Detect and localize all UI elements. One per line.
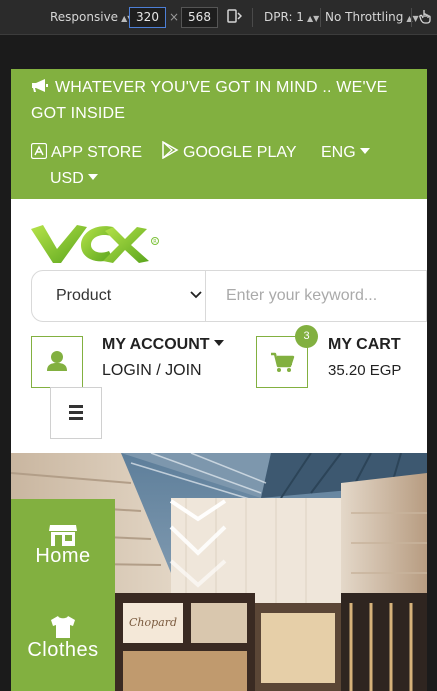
device-selector[interactable]: Responsive ▲▼ [50,0,133,35]
currency-dropdown[interactable]: USD [50,167,98,191]
app-store-icon [30,142,48,160]
emulated-viewport: WHATEVER YOU'VE GOT IN MIND .. WE'VE GOT… [11,69,427,691]
promo-text: WHATEVER YOU'VE GOT IN MIND .. WE'VE GOT… [31,79,388,122]
rotate-icon [227,9,243,23]
user-icon [47,351,67,371]
promo-banner: WHATEVER YOU'VE GOT IN MIND .. WE'VE GOT… [31,75,411,127]
top-bar: WHATEVER YOU'VE GOT IN MIND .. WE'VE GOT… [11,69,427,199]
throttling-label: No Throttling [325,10,404,24]
my-account-dropdown[interactable]: MY ACCOUNT [102,336,224,354]
category-home-label: Home [35,545,91,567]
menu-toggle-button[interactable] [50,387,102,439]
google-play-label: GOOGLE PLAY [183,144,297,161]
hand-pointer-icon [419,10,431,24]
times-sign: × [169,10,180,24]
svg-text:R: R [153,239,157,245]
category-clothes[interactable]: Clothes [11,587,115,691]
search-input[interactable]: Enter your keyword... [206,270,427,322]
toolbar-separator [252,8,253,27]
device-selector-label: Responsive [50,10,119,24]
login-join-link[interactable]: LOGIN / JOIN [102,362,202,380]
language-dropdown[interactable]: ENG [321,141,370,165]
currency-label: USD [50,170,84,187]
updown-icon: ▲▼ [306,14,320,23]
dpr-label: DPR: 1 [264,10,304,24]
language-label: ENG [321,144,356,161]
app-store-label: APP STORE [51,144,142,161]
google-play-icon [161,140,179,160]
viewport-height-input[interactable]: 568 [181,7,218,28]
cart-count-badge: 3 [295,325,318,348]
rotate-device-button[interactable] [226,0,243,35]
tshirt-icon [51,616,75,638]
category-home[interactable]: Home [11,499,115,587]
app-store-link[interactable]: APP STORE [30,141,142,165]
viewport-width-input[interactable]: 320 [129,7,166,28]
dpr-selector[interactable]: DPR: 1 ▲▼ [264,0,319,35]
category-clothes-label: Clothes [27,639,99,661]
devtools-device-toolbar: Responsive ▲▼ 320 × 568 DPR: 1 ▲▼ No Throt… [0,0,437,35]
toolbar-separator [320,8,321,27]
updown-icon: ▲▼ [406,14,419,23]
google-play-link[interactable]: GOOGLE PLAY [161,140,297,165]
caret-down-icon [359,148,370,154]
vox-logo[interactable]: R [29,219,161,269]
chevron-down-icon [190,291,202,299]
category-select[interactable]: Product [31,270,206,322]
hero-banner: Chopard Home Clothes [11,453,427,691]
account-button[interactable] [31,336,83,388]
svg-text:Chopard: Chopard [129,616,177,629]
hamburger-icon [69,405,83,420]
caret-down-icon [213,340,224,346]
my-cart-label[interactable]: MY CART [328,336,401,354]
megaphone-icon [31,75,49,101]
store-icon [49,525,77,546]
touch-toggle-button[interactable] [419,0,433,35]
my-account-label: MY ACCOUNT [102,336,210,353]
caret-down-icon [87,174,98,180]
toolbar-separator [411,8,412,27]
throttling-selector[interactable]: No Throttling ▲▼ [325,0,419,35]
cart-total: 35.20 EGP [328,362,402,379]
category-select-value: Product [56,287,112,304]
